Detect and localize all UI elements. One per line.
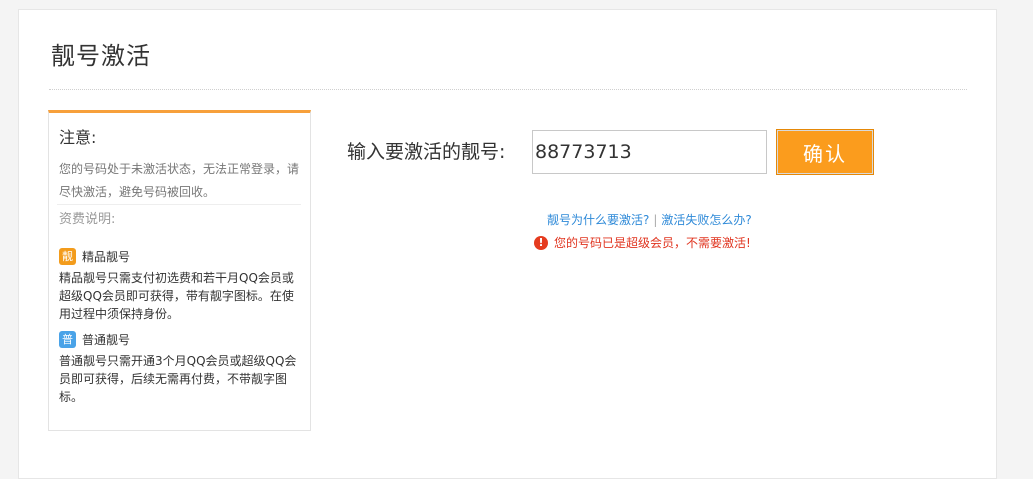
normal-type-description: 普通靓号只需开通3个月QQ会员或超级QQ会员即可获得，后续无需再付费，不带靓字图… (59, 354, 297, 404)
premium-type-heading: 靓 精品靓号 (59, 248, 130, 265)
number-input[interactable] (532, 130, 767, 174)
premium-type-description: 精品靓号只需支付初选费和若干月QQ会员或超级QQ会员即可获得，带有靓字图标。在使… (59, 271, 294, 321)
help-links: 靓号为什么要激活? | 激活失败怎么办? (547, 211, 752, 229)
sidebar-divider (57, 204, 301, 205)
notice-text: 您的号码处于未激活状态，无法正常登录，请尽快激活，避免号码被回收。 (59, 162, 300, 199)
normal-badge-icon: 普 (59, 331, 76, 348)
number-field-label: 输入要激活的靓号: (347, 141, 506, 163)
premium-badge-icon: 靓 (59, 248, 76, 265)
notice-title: 注意: (59, 128, 97, 147)
link-separator: | (653, 213, 658, 227)
activation-failed-link[interactable]: 激活失败怎么办? (661, 213, 751, 227)
fee-title: 资费说明: (59, 212, 116, 227)
main-panel: 靓号激活 注意: 您的号码处于未激活状态，无法正常登录，请尽快激活，避免号码被回… (18, 9, 997, 479)
normal-type-label: 普通靓号 (82, 333, 131, 347)
error-icon: ! (534, 236, 548, 250)
normal-type-heading: 普 普通靓号 (59, 331, 130, 348)
title-divider (49, 89, 967, 90)
confirm-button[interactable]: 确认 (776, 129, 874, 175)
error-message: 您的号码已是超级会员，不需要激活! (554, 236, 751, 250)
why-activate-link[interactable]: 靓号为什么要激活? (547, 213, 649, 227)
page-title: 靓号激活 (51, 42, 151, 70)
premium-type-label: 精品靓号 (82, 250, 131, 264)
error-message-row: ! 您的号码已是超级会员，不需要激活! (534, 234, 751, 252)
info-sidebar: 注意: 您的号码处于未激活状态，无法正常登录，请尽快激活，避免号码被回收。 资费… (48, 110, 311, 431)
